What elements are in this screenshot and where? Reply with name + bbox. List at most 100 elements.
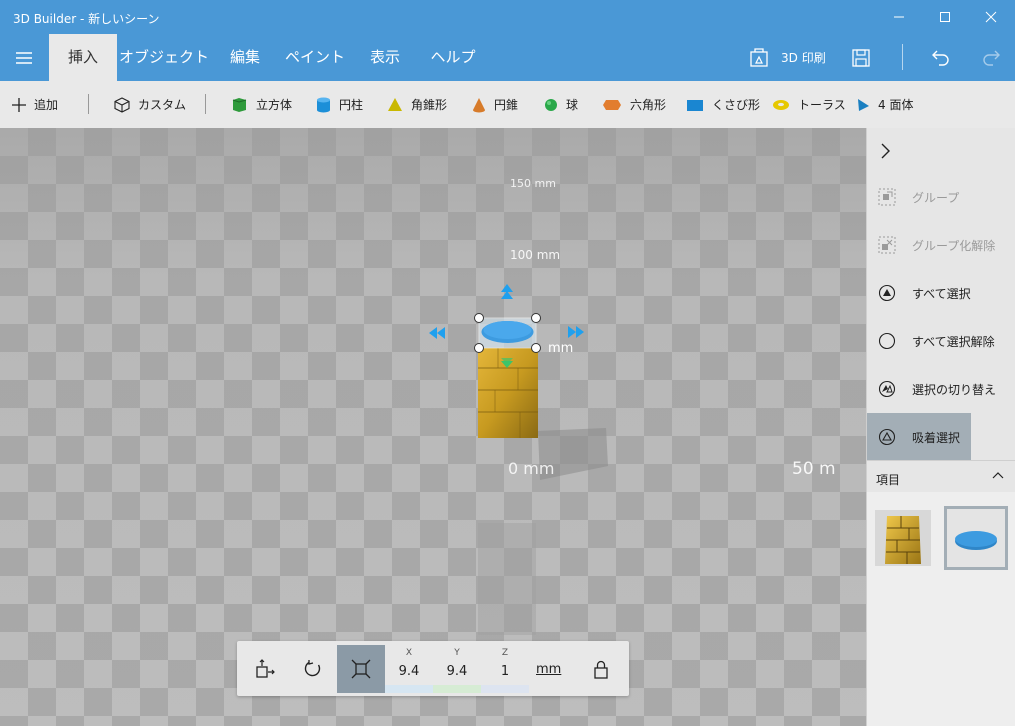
shape-cone-button[interactable]: 円錐 (472, 81, 518, 128)
tab-insert[interactable]: 挿入 (49, 34, 117, 81)
shape-pyramid-button[interactable]: 角錐形 (387, 81, 447, 128)
select-all-button[interactable]: すべて選択 (867, 269, 971, 317)
maximize-button[interactable] (922, 0, 968, 34)
ruler-label-50mm-x: 50 m (792, 459, 836, 479)
deselect-all-button[interactable]: すべて選択解除 (867, 317, 1015, 365)
coord-x-label: X (405, 648, 413, 658)
move-tool-button[interactable] (241, 645, 289, 693)
toggle-selection-label: 選択の切り替え (912, 382, 997, 397)
shape-sphere-label: 球 (566, 98, 579, 112)
3d-viewport[interactable]: 150 mm 100 mm mm 0 mm 50 m X 9.4 Y 9.4 Z… (0, 128, 866, 726)
rotate-tool-button[interactable] (289, 645, 337, 693)
gold-box-thumbnail-icon (875, 510, 931, 566)
hexagon-icon (603, 99, 621, 110)
3d-print-label: 3D 印刷 (781, 51, 826, 65)
shape-tetrahedron-button[interactable]: 4 面体 (856, 81, 913, 128)
add-label: 追加 (34, 98, 59, 112)
shape-sphere-button[interactable]: 球 (544, 81, 578, 128)
chevron-up-icon (992, 472, 1004, 479)
coord-x-value[interactable]: 9.4 (385, 664, 433, 679)
add-button[interactable]: 追加 (12, 81, 58, 128)
disc-thumbnail-icon (955, 531, 997, 550)
coord-y-bar (433, 685, 481, 693)
toggle-selection-button[interactable]: 選択の切り替え (867, 365, 1015, 413)
rotate-icon (304, 660, 321, 677)
coord-x-bar (385, 685, 433, 693)
redo-button[interactable] (981, 34, 1001, 81)
unit-selector[interactable]: mm (536, 662, 561, 677)
tab-object[interactable]: オブジェクト (117, 34, 211, 81)
coord-z[interactable]: Z 1 (481, 645, 529, 693)
ruler-label-150mm: 150 mm (510, 177, 556, 190)
tab-paint[interactable]: ペイント (279, 34, 351, 81)
item-thumbnail-disc[interactable] (944, 506, 1008, 570)
minimize-button[interactable] (876, 0, 922, 34)
3d-print-button[interactable]: 3D 印刷 (749, 34, 826, 81)
torus-icon (773, 99, 789, 110)
undo-button[interactable] (931, 34, 951, 81)
toggle-selection-icon (878, 380, 896, 398)
shape-wedge-label: くさび形 (712, 98, 761, 112)
toolbar-divider (205, 94, 206, 114)
snap-select-button[interactable]: 吸着選択 (867, 413, 971, 461)
close-button[interactable] (968, 0, 1014, 34)
save-button[interactable] (851, 34, 871, 81)
coord-y[interactable]: Y 9.4 (433, 645, 481, 693)
object-reflection (478, 523, 536, 635)
ruler-label-50mm: mm (548, 341, 573, 356)
items-section-header[interactable]: 項目 (867, 460, 1015, 492)
group-icon (878, 188, 896, 206)
shape-pyramid-label: 角錐形 (411, 98, 448, 112)
custom-button[interactable]: カスタム (114, 81, 186, 128)
plus-icon (12, 97, 26, 112)
redo-icon (983, 50, 1000, 66)
ruler-label-100mm: 100 mm (510, 248, 560, 262)
custom-label: カスタム (138, 98, 187, 112)
lock-button[interactable] (577, 645, 625, 693)
ungroup-icon (878, 236, 896, 254)
ungroup-label: グループ化解除 (912, 238, 996, 253)
shape-torus-button[interactable]: トーラス (772, 81, 846, 128)
hamburger-icon (16, 51, 32, 64)
toolbar-divider (88, 94, 89, 114)
select-all-icon (878, 284, 896, 302)
tab-edit[interactable]: 編集 (211, 34, 279, 81)
tetrahedron-icon (858, 98, 869, 111)
scale-tool-button[interactable] (337, 645, 385, 693)
coord-z-label: Z (501, 648, 509, 658)
cone-icon (473, 97, 485, 112)
window-title: 3D Builder - 新しいシーン (13, 12, 160, 26)
shape-hexagon-button[interactable]: 六角形 (602, 81, 666, 128)
collapse-panel-button[interactable] (879, 142, 893, 163)
coord-y-value[interactable]: 9.4 (433, 664, 481, 679)
shape-wedge-button[interactable]: くさび形 (686, 81, 760, 128)
pyramid-icon (388, 98, 402, 111)
group-button[interactable]: グループ (867, 173, 971, 221)
scene-canvas[interactable]: 150 mm 100 mm mm 0 mm 50 m (0, 128, 866, 726)
cube-icon (232, 97, 247, 112)
shape-cube-button[interactable]: 立方体 (231, 81, 292, 128)
cube-outline-icon (114, 96, 130, 113)
ungroup-button[interactable]: グループ化解除 (867, 221, 1015, 269)
item-thumbnail-gold-box[interactable] (875, 510, 935, 570)
chevron-right-icon (881, 143, 890, 159)
shape-cylinder-button[interactable]: 円柱 (316, 81, 363, 128)
insert-toolbar: 追加 カスタム 立方体 円柱 角錐形 円錐 球 六角形 くさび形 トーラス 4 … (0, 81, 1015, 128)
cylinder-icon (317, 97, 330, 112)
close-icon (985, 11, 997, 23)
coord-x[interactable]: X 9.4 (385, 645, 433, 693)
maximize-icon (940, 12, 950, 22)
group-label: グループ (912, 190, 960, 205)
ribbon-tab-bar: 挿入 オブジェクト 編集 ペイント 表示 ヘルプ 3D 印刷 (0, 34, 1015, 81)
items-list (867, 492, 1015, 726)
deselect-all-label: すべて選択解除 (912, 334, 995, 349)
coord-y-label: Y (454, 648, 460, 658)
tab-help[interactable]: ヘルプ (419, 34, 487, 81)
move-drop-icon (256, 659, 275, 678)
menu-button[interactable] (0, 34, 48, 81)
3d-print-icon (750, 47, 768, 67)
tab-view[interactable]: 表示 (351, 34, 419, 81)
coord-z-value[interactable]: 1 (481, 664, 529, 679)
selected-disc-object[interactable] (478, 317, 537, 349)
minimize-icon (894, 16, 904, 18)
